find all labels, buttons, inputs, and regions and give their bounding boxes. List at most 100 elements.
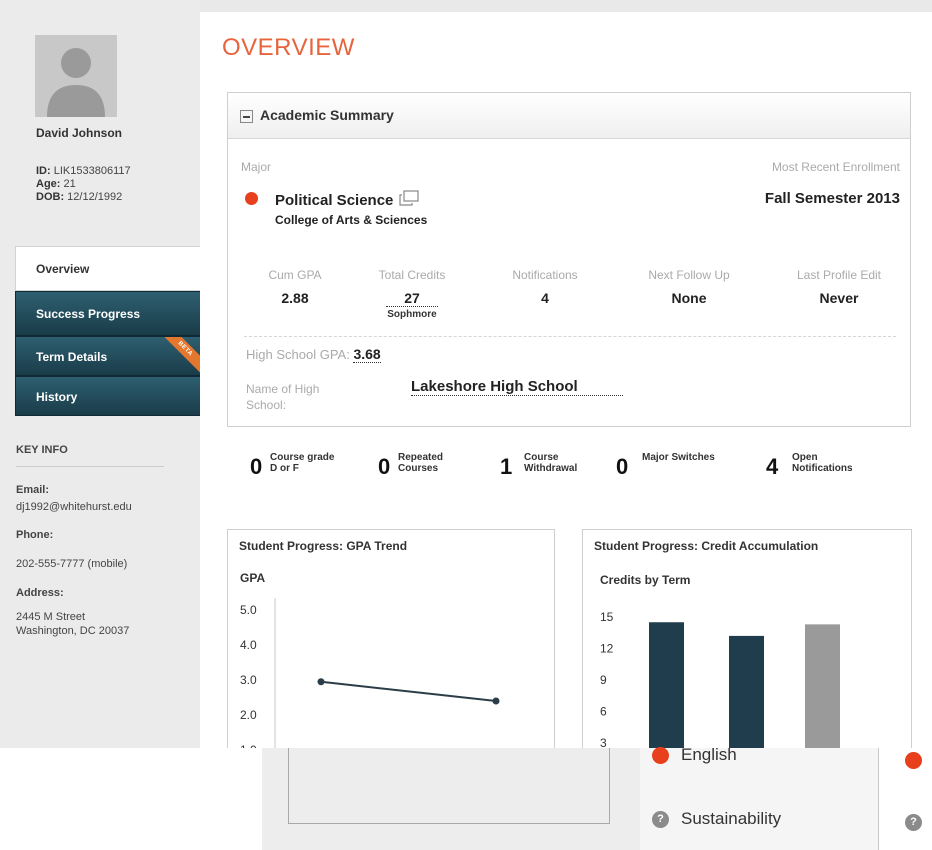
enrollment-value: Fall Semester 2013 [764, 190, 900, 207]
hs-gpa-value[interactable]: 3.68 [353, 346, 381, 363]
credit-bar [805, 624, 840, 748]
nav-history[interactable]: History [15, 376, 201, 416]
metric-label: Repeated Courses [398, 452, 444, 474]
hs-gpa-label: High School GPA: [246, 347, 350, 362]
student-age: 21 [63, 178, 76, 190]
address-line-2: Washington, DC 20037 [16, 625, 130, 637]
email-label: Email: [16, 484, 50, 496]
y-tick-label: 9 [600, 673, 607, 687]
stat-total-credits: Total Credits 27 Sophmore [357, 268, 467, 320]
stat-next-follow-up: Next Follow Up None [634, 268, 744, 306]
collapse-icon[interactable] [240, 110, 253, 123]
major-name: Political Science [275, 192, 394, 209]
y-tick-label: 4.0 [240, 638, 257, 652]
college-value: College of Arts & Sciences [275, 213, 428, 227]
category-sustainability[interactable]: ? Sustainability [652, 809, 781, 829]
email-value[interactable]: dj1992@whitehurst.edu [16, 500, 132, 514]
red-dot-icon [905, 752, 922, 769]
academic-summary-header: Academic Summary [228, 93, 910, 139]
stat-value: Never [819, 290, 859, 306]
stat-value: 2.88 [281, 290, 309, 306]
stat-value: None [671, 290, 707, 306]
y-tick-label: 15 [600, 610, 614, 624]
y-axis-label: GPA [240, 571, 265, 585]
gpa-trend-panel: Student Progress: GPA Trend GPA 5.0 4.0 3.0… [227, 529, 555, 748]
academic-summary-panel: Academic Summary Major Political Science… [227, 92, 911, 427]
stat-label: Last Profile Edit [796, 268, 882, 282]
key-info-heading: KEY INFO [16, 444, 68, 456]
metric-label: Course Withdrawal [524, 452, 578, 474]
stat-label: Total Credits [378, 268, 446, 282]
beta-badge: BETA [158, 337, 200, 375]
metric-label: Open Notifications [792, 452, 853, 474]
main-content: OVERVIEW Academic Summary Major Politica… [200, 12, 932, 748]
risk-metrics-row: 0 Course grade D or F 0 Repeated Courses 1… [200, 452, 932, 492]
metric-value: 0 [250, 454, 263, 479]
stat-label: Cum GPA [268, 268, 322, 282]
student-id-line: ID: LIK1533806117 [36, 165, 131, 177]
y-tick-label: 12 [600, 642, 614, 656]
major-label: Major [241, 160, 272, 174]
metric-value: 4 [766, 454, 779, 479]
enrollment-label: Most Recent Enrollment [771, 160, 900, 174]
avatar [35, 35, 117, 117]
stat-value[interactable]: 27 [386, 290, 438, 307]
hs-name-label: Name of High School: [246, 382, 320, 412]
stat-label: Notifications [512, 268, 578, 282]
id-label: ID: [36, 165, 51, 177]
lower-overlay-region: English ? Sustainability ? [0, 745, 932, 850]
question-icon: ? [905, 814, 922, 831]
user-silhouette-icon [35, 35, 117, 117]
student-dob-line: DOB: 12/12/1992 [36, 191, 122, 203]
gpa-trend-chart: GPA5.04.03.02.01.0 [240, 571, 500, 748]
y-axis-label: Credits by Term [600, 573, 690, 587]
chart-title: Student Progress: Credit Accumulation [594, 539, 819, 553]
y-tick-label: 3.0 [240, 673, 257, 687]
divider [878, 748, 879, 850]
credit-bar [649, 622, 684, 748]
y-tick-label: 2.0 [240, 708, 257, 722]
metric-label: Course grade D or F [270, 452, 335, 474]
stat-label: Next Follow Up [648, 268, 730, 282]
chart-title: Student Progress: GPA Trend [239, 539, 408, 553]
category-label: Sustainability [681, 809, 782, 828]
metric-value: 1 [500, 454, 513, 479]
hs-gpa-row: High School GPA: 3.68 [246, 346, 381, 363]
nav-success-progress[interactable]: Success Progress [15, 291, 201, 336]
phone-value: 202-555-7777 (mobile) [16, 558, 128, 570]
stat-cum-gpa: Cum GPA 2.88 [240, 268, 350, 306]
question-icon: ? [652, 811, 669, 829]
major-value: Political Science [275, 190, 420, 209]
red-dot-icon [652, 747, 669, 765]
page-title: OVERVIEW [222, 34, 355, 61]
nav-term-details[interactable]: Term Details BETA [15, 336, 201, 376]
credit-accumulation-panel: Student Progress: Credit Accumulation Cr… [582, 529, 912, 748]
y-tick-label: 6 [600, 705, 607, 719]
metric-value: 0 [378, 454, 391, 479]
category-english[interactable]: English [652, 745, 737, 765]
divider [16, 466, 164, 467]
student-id: LIK1533806117 [53, 165, 131, 177]
stat-value: 4 [541, 290, 549, 306]
external-window-icon[interactable] [398, 190, 420, 206]
nav-term-details-label: Term Details [36, 350, 108, 364]
stat-last-profile-edit: Last Profile Edit Never [774, 268, 904, 306]
metric-label: Major Switches [642, 452, 715, 463]
nav-overview[interactable]: Overview [15, 246, 201, 291]
student-name: David Johnson [36, 126, 123, 140]
divider [244, 336, 896, 337]
gpa-data-point [317, 678, 325, 686]
credit-bar [729, 635, 764, 748]
y-tick-label: 5.0 [240, 603, 257, 617]
gpa-series-line [320, 680, 497, 702]
category-list: English ? Sustainability [640, 745, 878, 850]
hs-name-value[interactable]: Lakeshore High School [411, 378, 623, 396]
phone-label: Phone: [16, 529, 54, 541]
category-label: English [681, 745, 737, 764]
metric-value: 0 [616, 454, 629, 479]
dob-label: DOB: [36, 191, 65, 203]
sidebar-nav: Overview Success Progress Term Details B… [15, 246, 201, 416]
y-tick-label: 3 [600, 736, 607, 748]
status-red-dot-icon [245, 192, 258, 205]
stat-notifications: Notifications 4 [490, 268, 600, 306]
